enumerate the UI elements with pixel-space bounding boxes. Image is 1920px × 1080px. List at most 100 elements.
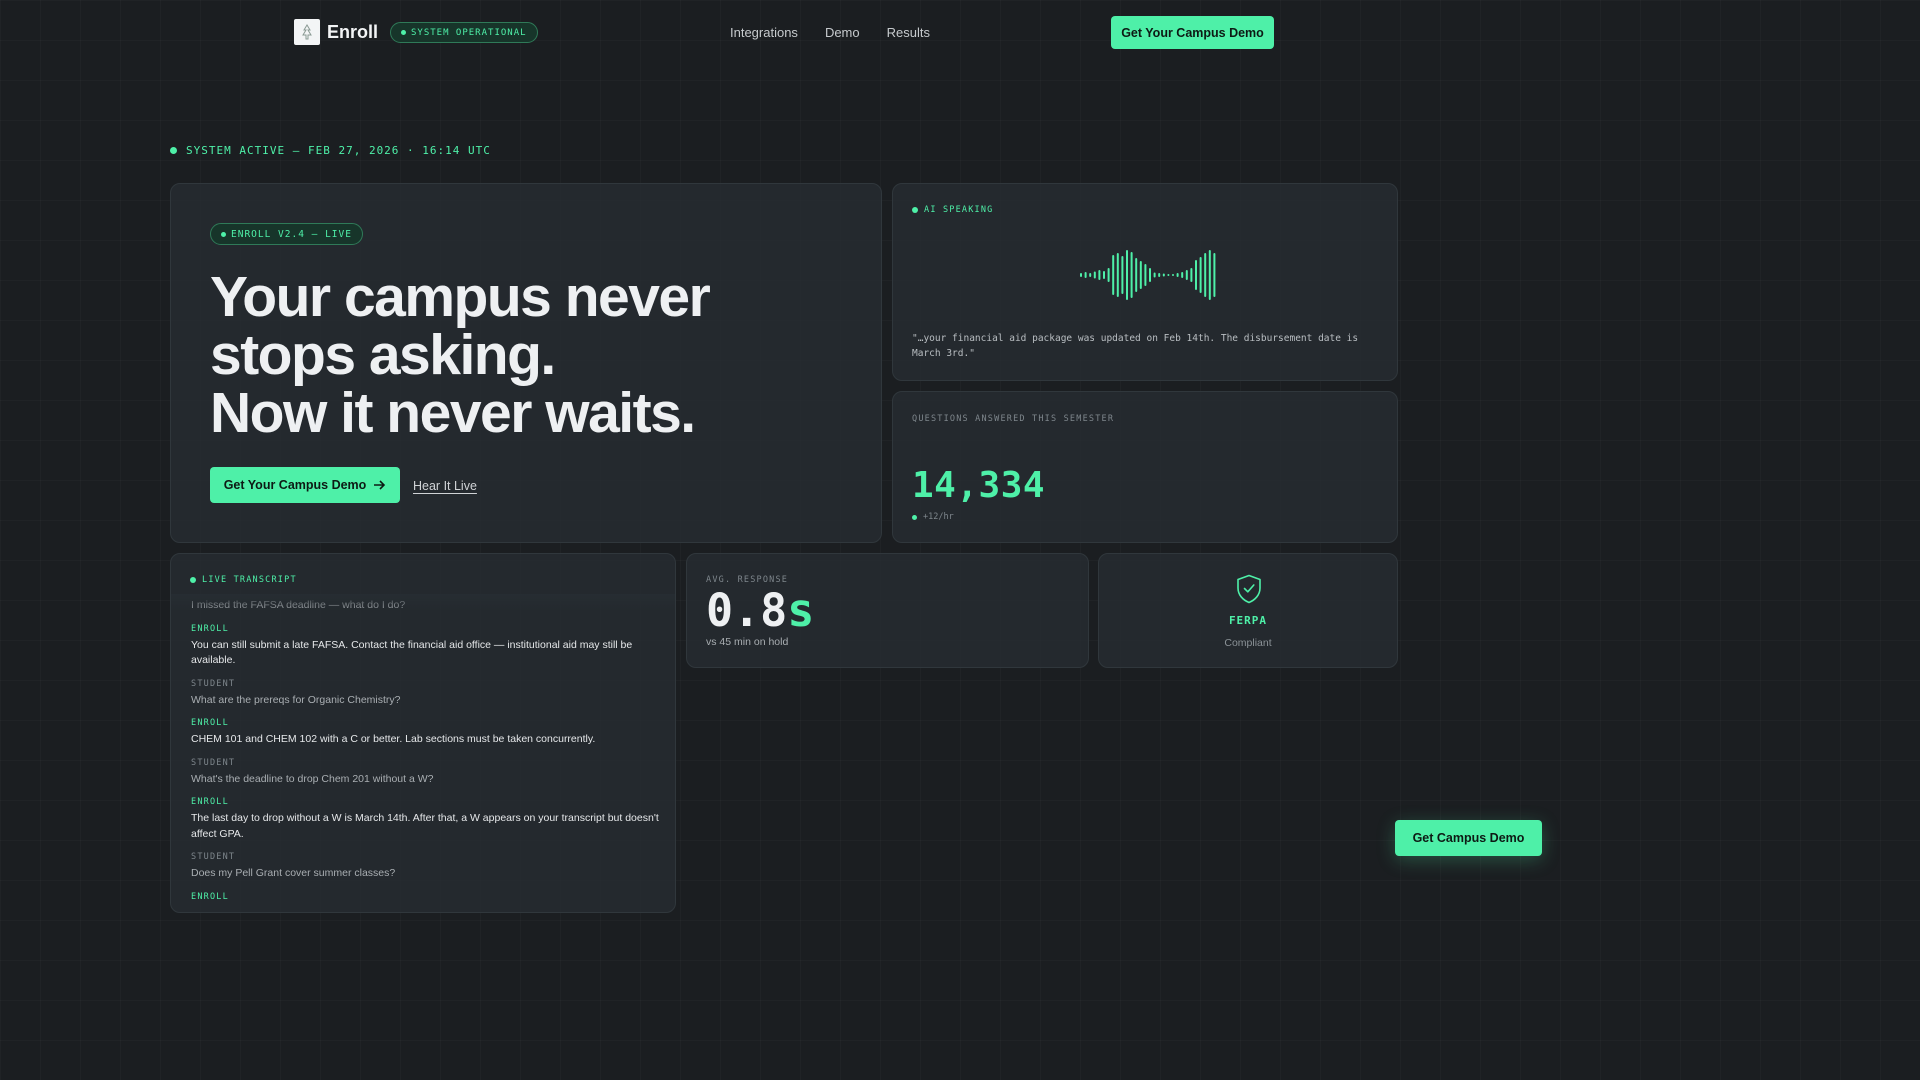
questions-label: QUESTIONS ANSWERED THIS SEMESTER	[912, 414, 1115, 424]
waveform-bar	[1080, 273, 1082, 277]
transcript-speaker: STUDENT	[191, 852, 236, 862]
live-transcript-card: LIVE TRANSCRIPT I missed the FAFSA deadl…	[170, 553, 676, 913]
transcript-message: ENROLL	[191, 892, 661, 902]
waveform-bar	[1116, 253, 1119, 297]
transcript-list[interactable]: I missed the FAFSA deadline — what do I …	[191, 598, 661, 912]
transcript-text: You can still submit a late FAFSA. Conta…	[191, 638, 633, 667]
nav-links: Integrations Demo Results	[730, 25, 930, 40]
transcript-first-line: I missed the FAFSA deadline — what do I …	[191, 599, 406, 611]
live-dot-icon	[221, 231, 226, 237]
waveform-bar	[1098, 270, 1101, 280]
active-dot-icon	[170, 147, 177, 154]
waveform-bar	[1162, 273, 1165, 277]
headline-line-1: Your campus never	[210, 265, 711, 329]
waveform-bar	[1190, 268, 1193, 282]
waveform-bar	[1139, 261, 1142, 289]
waveform-bar	[1107, 268, 1110, 282]
waveform-bar	[1158, 273, 1161, 277]
avg-response-card: AVG. RESPONSE 0.8s vs 45 min on hold	[686, 553, 1089, 668]
status-dot-icon	[401, 30, 406, 35]
waveform-bar	[1195, 260, 1197, 290]
speaking-dot-icon	[912, 207, 918, 213]
questions-answered-card: QUESTIONS ANSWERED THIS SEMESTER 14,334 …	[892, 391, 1398, 543]
headline-line-2: stops asking.	[210, 323, 556, 387]
hero-card: ENROLL V2.4 — LIVE Your campus never sto…	[170, 183, 882, 543]
transcript-speaker: STUDENT	[191, 757, 236, 768]
transcript-speaker: ENROLL	[191, 718, 229, 728]
nav-demo-button[interactable]: Get Your Campus Demo	[1111, 16, 1274, 49]
transcript-text: What's the deadline to drop Chem 201 wit…	[191, 772, 434, 785]
brand-logo-icon[interactable]	[294, 19, 320, 45]
waveform-bar	[1181, 272, 1184, 278]
transcript-label: LIVE TRANSCRIPT	[190, 575, 297, 585]
system-status-badge: SYSTEM OPERATIONAL	[390, 22, 538, 43]
transcript-text: The last day to drop without a W is Marc…	[191, 812, 659, 840]
waveform-bar	[1185, 270, 1188, 280]
waveform-bar	[1089, 273, 1092, 277]
waveform-bar	[1167, 274, 1170, 276]
ferpa-status: Compliant	[1224, 637, 1272, 649]
brand-name[interactable]: Enroll	[327, 22, 378, 43]
hero-headline: Your campus never stops asking. Now it n…	[210, 265, 711, 445]
ai-speaking-label: AI SPEAKING	[912, 205, 994, 215]
transcript-speaker: ENROLL	[191, 797, 229, 807]
waveform-bar	[1135, 258, 1138, 292]
waveform-bar	[1084, 272, 1087, 278]
headline-line-3: Now it never waits.	[210, 381, 696, 445]
transcript-speaker: ENROLL	[191, 891, 229, 902]
transcript-dot-icon	[190, 577, 196, 583]
ferpa-card: FERPA Compliant	[1098, 553, 1398, 668]
waveform-bar	[1213, 253, 1216, 297]
waveform-bar	[1176, 273, 1179, 277]
avg-response-unit: s	[787, 584, 815, 637]
shield-check-icon	[1237, 574, 1261, 604]
avg-response-comparison: vs 45 min on hold	[706, 636, 789, 648]
audio-waveform-icon	[1080, 250, 1216, 300]
floating-demo-button[interactable]: Get Campus Demo	[1395, 820, 1542, 856]
transcript-text: What are the prereqs for Organic Chemist…	[191, 693, 401, 706]
nav-link-results[interactable]: Results	[887, 25, 930, 40]
hear-it-live-link[interactable]: Hear It Live	[413, 479, 477, 493]
waveform-bar	[1093, 271, 1096, 279]
top-nav: Enroll SYSTEM OPERATIONAL Integrations D…	[0, 0, 1568, 64]
waveform-bar	[1208, 250, 1211, 300]
waveform-bar	[1103, 271, 1105, 279]
waveform-bar	[1172, 274, 1174, 276]
system-status-text: SYSTEM OPERATIONAL	[411, 27, 527, 38]
transcript-message: ENROLL The last day to drop without a W i…	[191, 797, 661, 842]
system-active-text: SYSTEM ACTIVE — FEB 27, 2026 · 16:14 UTC	[186, 144, 491, 157]
transcript-text: CHEM 101 and CHEM 102 with a C or better…	[191, 733, 596, 745]
waveform-bar	[1199, 257, 1202, 293]
version-badge: ENROLL V2.4 — LIVE	[210, 223, 363, 245]
ai-speaking-card: AI SPEAKING "…your financial aid package…	[892, 183, 1398, 381]
avg-response-value: 0.8s	[706, 584, 814, 637]
waveform-bar	[1126, 250, 1128, 300]
transcript-speaker: STUDENT	[191, 678, 236, 689]
hero-demo-button[interactable]: Get Your Campus Demo	[210, 467, 400, 503]
transcript-message: STUDENT What are the prereqs for Organic …	[191, 679, 661, 709]
questions-rate-text: +12/hr	[923, 512, 954, 522]
waveform-bar	[1144, 264, 1147, 286]
waveform-bar	[1130, 252, 1133, 298]
waveform-bar	[1153, 272, 1156, 278]
ai-speaking-text: AI SPEAKING	[924, 205, 994, 215]
waveform-bar	[1149, 268, 1151, 282]
version-badge-text: ENROLL V2.4 — LIVE	[231, 228, 352, 240]
transcript-text: Does my Pell Grant cover summer classes?	[191, 867, 396, 879]
arrow-right-icon	[374, 480, 386, 490]
ai-quote: "…your financial aid package was updated…	[912, 333, 1359, 359]
transcript-message: STUDENT Does my Pell Grant cover summer c…	[191, 852, 661, 882]
transcript-speaker: ENROLL	[191, 623, 229, 634]
nav-link-integrations[interactable]: Integrations	[730, 25, 798, 40]
waveform-bar	[1112, 255, 1115, 295]
ferpa-title: FERPA	[1228, 614, 1268, 627]
transcript-message: ENROLL You can still submit a late FAFSA.…	[191, 624, 661, 669]
transcript-label-text: LIVE TRANSCRIPT	[202, 575, 297, 585]
waveform-bar	[1204, 253, 1207, 297]
questions-rate: +12/hr	[912, 512, 954, 522]
hero-demo-button-label: Get Your Campus Demo	[223, 478, 367, 492]
rate-dot-icon	[912, 514, 917, 520]
nav-link-demo[interactable]: Demo	[825, 25, 860, 40]
transcript-message: ENROLL CHEM 101 and CHEM 102 with a C or …	[191, 718, 661, 748]
waveform-bar	[1121, 256, 1124, 294]
